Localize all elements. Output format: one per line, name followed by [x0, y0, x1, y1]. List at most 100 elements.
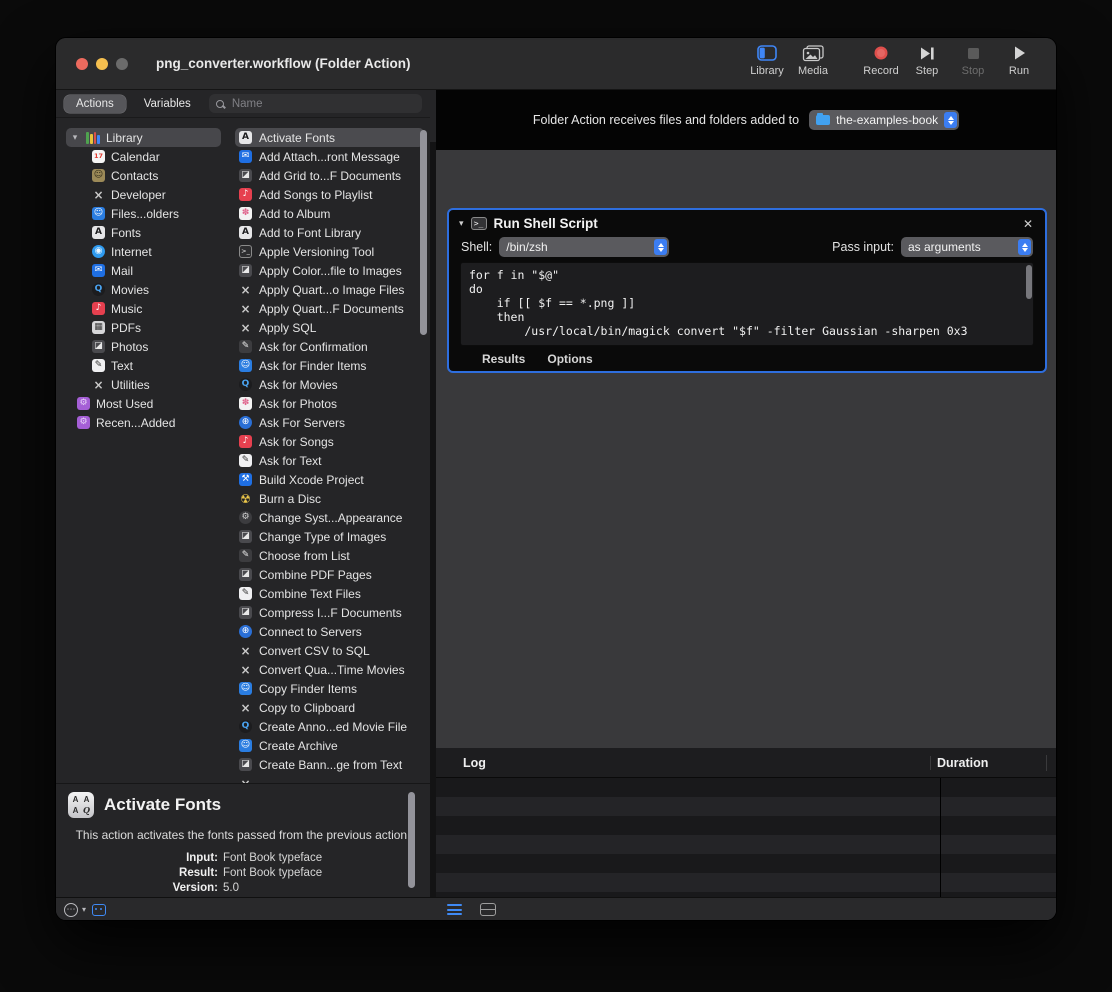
collapse-chevron-icon[interactable]: ▾ — [459, 218, 464, 229]
sidebar-item[interactable]: ×Utilities — [88, 375, 231, 394]
sidebar-item-library[interactable]: ▾ Library — [66, 128, 221, 147]
pass-input-dropdown[interactable]: as arguments — [901, 237, 1033, 257]
action-list-item[interactable]: QCreate Anno...ed Movie File — [235, 717, 424, 736]
library-toolbar-button[interactable]: Library — [744, 44, 790, 77]
sidebar-item[interactable]: ▦PDFs — [88, 318, 231, 337]
code-scrollbar[interactable] — [1026, 265, 1032, 299]
description-scrollbar[interactable] — [408, 792, 415, 888]
action-list-item[interactable]: ×Apply Quart...o Image Files — [235, 280, 424, 299]
action-list-item-label: Change Type of Images — [259, 530, 386, 544]
action-options-button[interactable]: ⋯ ▾ — [64, 898, 86, 920]
docimg-icon: ◪ — [92, 340, 105, 353]
sidebar-item[interactable]: AFonts — [88, 223, 231, 242]
action-list-item[interactable]: ◪Create Bann...ge from Text — [235, 755, 424, 774]
tab-actions[interactable]: Actions — [64, 95, 126, 113]
action-list-item[interactable]: ×Copy to Clipboard — [235, 698, 424, 717]
smartfolder-icon: ⚙ — [77, 416, 90, 429]
action-list-item[interactable]: ◪ Change Type of Images — [235, 527, 424, 546]
pane-divider[interactable] — [430, 142, 436, 920]
sidebar-item[interactable]: ✉Mail — [88, 261, 231, 280]
sidebar-item[interactable]: ☺Contacts — [88, 166, 231, 185]
sidebar-item[interactable]: ×Developer — [88, 185, 231, 204]
log-view-toggle-stack[interactable] — [480, 898, 496, 920]
action-list-item[interactable]: ◪Combine PDF Pages — [235, 565, 424, 584]
sidebar-item[interactable]: ◪Photos — [88, 337, 231, 356]
actions-list-scrollbar[interactable] — [420, 130, 427, 335]
action-list-item[interactable]: ☢Burn a Disc — [235, 489, 424, 508]
action-list-item[interactable]: × — [235, 774, 424, 783]
action-list-item[interactable]: ☺Copy Finder Items — [235, 679, 424, 698]
sidebar-item[interactable]: ✎Text — [88, 356, 231, 375]
step-toolbar-button[interactable]: Step — [904, 44, 950, 77]
action-list-item[interactable]: ⊕Ask For Servers — [235, 413, 424, 432]
docimg-icon: ◪ — [239, 758, 252, 771]
search-input[interactable] — [230, 97, 415, 111]
globe-icon: ⊕ — [239, 416, 252, 429]
action-list-item[interactable]: ✽Ask for Photos — [235, 394, 424, 413]
shell-dropdown[interactable]: /bin/zsh — [499, 237, 669, 257]
sidebar-item[interactable]: ⚙Most Used — [73, 394, 231, 413]
minimize-window-button[interactable] — [96, 58, 108, 70]
action-list-item[interactable]: AActivate Fonts — [235, 128, 424, 147]
run-toolbar-button[interactable]: Run — [996, 44, 1042, 77]
record-toolbar-button[interactable]: Record — [858, 44, 904, 77]
action-list-item-label: Apple Versioning Tool — [259, 245, 374, 259]
action-list-item[interactable]: AAdd to Font Library — [235, 223, 424, 242]
close-icon[interactable]: ✕ — [1021, 217, 1035, 231]
sidebar-item[interactable]: QMovies — [88, 280, 231, 299]
action-list-item[interactable]: ☺Create Archive — [235, 736, 424, 755]
action-list-item[interactable]: ×Convert CSV to SQL — [235, 641, 424, 660]
action-list-item[interactable]: ◪Add Grid to...F Documents — [235, 166, 424, 185]
duration-column-header[interactable]: Duration — [930, 756, 1046, 770]
action-list-item[interactable]: ☺Ask for Finder Items — [235, 356, 424, 375]
sidebar-item[interactable]: ◉Internet — [88, 242, 231, 261]
sidebar-item[interactable]: 17Calendar — [88, 147, 231, 166]
sidebar-item[interactable]: ☺Files...olders — [88, 204, 231, 223]
folder-dropdown[interactable]: the-examples-book — [809, 110, 959, 130]
action-list-item[interactable]: ×Apply SQL — [235, 318, 424, 337]
action-list-item-label: Apply Color...file to Images — [259, 264, 402, 278]
search-field[interactable] — [209, 94, 422, 113]
log-view-toggle-list[interactable] — [447, 898, 462, 920]
tab-variables[interactable]: Variables — [132, 95, 203, 113]
action-list-item[interactable]: ♪Ask for Songs — [235, 432, 424, 451]
action-list-item[interactable]: ×Apply Quart...F Documents — [235, 299, 424, 318]
action-list-item[interactable]: QAsk for Movies — [235, 375, 424, 394]
action-list-item[interactable]: ✎Combine Text Files — [235, 584, 424, 603]
action-list-item[interactable]: ◪Compress I...F Documents — [235, 603, 424, 622]
docimg-icon: ◪ — [239, 169, 252, 182]
action-list-item[interactable]: ♪Add Songs to Playlist — [235, 185, 424, 204]
tab-options[interactable]: Options — [547, 352, 592, 366]
action-list-item[interactable]: ◪Apply Color...file to Images — [235, 261, 424, 280]
sidebar-item[interactable]: ♪Music — [88, 299, 231, 318]
docimg-icon: ◪ — [239, 530, 252, 543]
action-list-item[interactable]: ⚒Build Xcode Project — [235, 470, 424, 489]
action-list-item[interactable]: ⚙Change Syst...Appearance — [235, 508, 424, 527]
action-list-item[interactable]: ✽Add to Album — [235, 204, 424, 223]
automator-robot-button[interactable] — [92, 898, 106, 920]
action-list-item-label: Ask for Confirmation — [259, 340, 368, 354]
run-shell-script-block[interactable]: ▾ >_ Run Shell Script ✕ Shell: /bin/zsh … — [447, 208, 1047, 373]
text-icon: ✎ — [92, 359, 105, 372]
action-list-item[interactable]: ✎Ask for Text — [235, 451, 424, 470]
action-list-item[interactable]: ×Convert Qua...Time Movies — [235, 660, 424, 679]
shell-script-editor[interactable]: for f in "$@" do if [[ $f == *.png ]] th… — [461, 263, 1033, 345]
sidebar-item-label: Most Used — [96, 397, 153, 411]
action-list-item[interactable]: >_Apple Versioning Tool — [235, 242, 424, 261]
xcode-icon: ⚒ — [239, 473, 252, 486]
action-list-item[interactable]: ✎Ask for Confirmation — [235, 337, 424, 356]
finder-icon: ☺ — [92, 207, 105, 220]
dropdown-stepper-icon — [654, 239, 667, 255]
log-column-header[interactable]: Log — [436, 756, 930, 770]
chevron-down-icon[interactable]: ▾ — [70, 132, 80, 143]
close-window-button[interactable] — [76, 58, 88, 70]
tab-results[interactable]: Results — [482, 352, 525, 366]
log-column-divider — [940, 778, 941, 897]
action-list-item[interactable]: ⊕Connect to Servers — [235, 622, 424, 641]
finder-icon: ☺ — [239, 682, 252, 695]
action-list-item[interactable]: ✉Add Attach...ront Message — [235, 147, 424, 166]
sidebar-item[interactable]: ⚙Recen...Added — [73, 413, 231, 432]
action-list-item[interactable]: ✎Choose from List — [235, 546, 424, 565]
media-toolbar-button[interactable]: Media — [790, 44, 836, 77]
zoom-window-button[interactable] — [116, 58, 128, 70]
